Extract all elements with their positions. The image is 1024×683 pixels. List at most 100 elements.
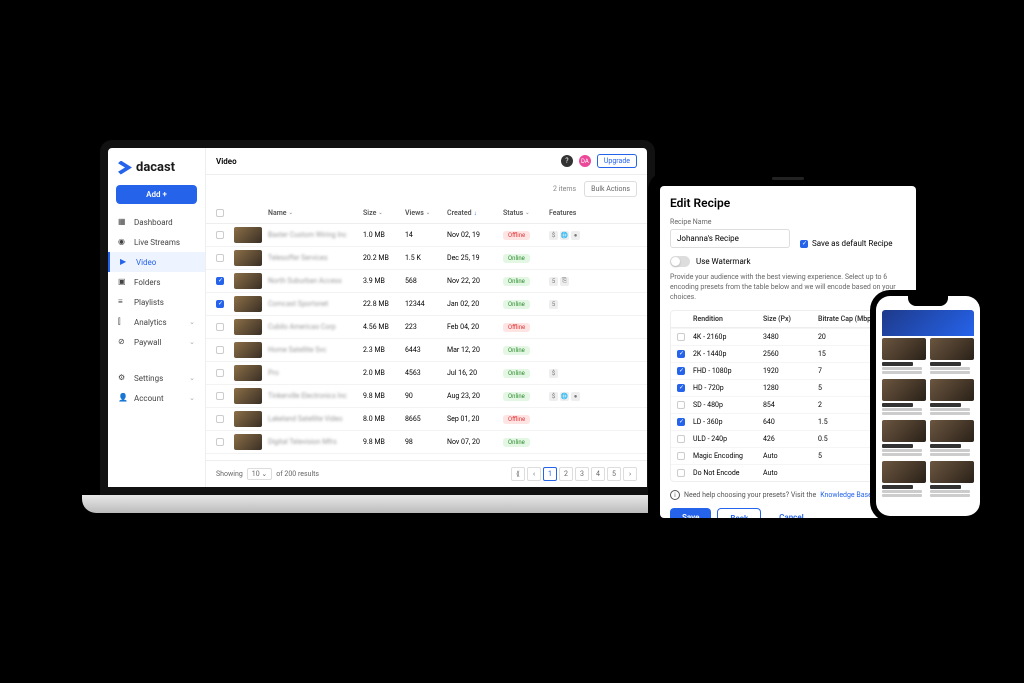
video-name: Lakeland Satellite Video: [268, 415, 363, 423]
table-row[interactable]: North Suburban Access 3.9 MB 568 Nov 22,…: [206, 270, 647, 293]
col-size[interactable]: Size ⌄: [363, 209, 405, 217]
table-row[interactable]: Lakeland Satellite Video 8.0 MB 8665 Sep…: [206, 408, 647, 431]
video-views: 12344: [405, 300, 447, 308]
sidebar-item-live-streams[interactable]: ◉Live Streams: [108, 232, 205, 252]
table-row[interactable]: Digital Television Mfrs 9.8 MB 98 Nov 07…: [206, 431, 647, 454]
table-row[interactable]: Baxter Custom Wiring Inc 1.0 MB 14 Nov 0…: [206, 224, 647, 247]
nav-label: Account: [134, 394, 164, 403]
video-created: Aug 23, 20: [447, 392, 503, 400]
table-row[interactable]: Tinkerville Electronics Inc 9.8 MB 90 Au…: [206, 385, 647, 408]
select-all-checkbox[interactable]: [216, 209, 224, 217]
per-page-select[interactable]: 10 ⌄: [247, 468, 272, 480]
sidebar-item-video[interactable]: ▶Video: [108, 252, 205, 272]
table-row[interactable]: Cubilo Americas Corp 4.56 MB 223 Feb 04,…: [206, 316, 647, 339]
watermark-label: Use Watermark: [696, 257, 751, 266]
bulk-actions-button[interactable]: Bulk Actions: [584, 181, 637, 197]
logo[interactable]: dacast: [108, 156, 205, 185]
topbar: Video ? DA Upgrade: [206, 148, 647, 175]
row-checkbox[interactable]: [216, 323, 224, 331]
row-checkbox[interactable]: [216, 346, 224, 354]
add-button[interactable]: Add +: [116, 185, 197, 204]
row-checkbox[interactable]: [216, 415, 224, 423]
video-created: Sep 01, 20: [447, 415, 503, 423]
col-status[interactable]: Status ⌄: [503, 209, 549, 217]
row-checkbox[interactable]: [216, 254, 224, 262]
rendition-checkbox[interactable]: [677, 333, 685, 341]
upgrade-button[interactable]: Upgrade: [597, 154, 637, 168]
video-thumbnail: [234, 227, 262, 243]
cancel-button[interactable]: Cancel: [767, 508, 816, 518]
sidebar-item-dashboard[interactable]: ▦Dashboard: [108, 212, 205, 232]
row-checkbox[interactable]: [216, 277, 224, 285]
status-badge: Online: [503, 369, 530, 378]
phone-card[interactable]: [930, 461, 974, 498]
sidebar-item-settings[interactable]: ⚙Settings⌄: [108, 368, 205, 388]
rendition-checkbox[interactable]: [677, 435, 685, 443]
rendition-name: Do Not Encode: [693, 469, 763, 477]
page-next-button[interactable]: ›: [623, 467, 637, 481]
page-button[interactable]: 1: [543, 467, 557, 481]
video-created: Nov 22, 20: [447, 277, 503, 285]
knowledge-base-link[interactable]: Knowledge Base: [820, 491, 872, 499]
save-default-checkbox[interactable]: Save as default Recipe: [800, 239, 892, 248]
phone-card[interactable]: [882, 420, 926, 457]
page-button[interactable]: 5: [607, 467, 621, 481]
table-row[interactable]: Home Satellite Svc 2.3 MB 6443 Mar 12, 2…: [206, 339, 647, 362]
video-size: 1.0 MB: [363, 231, 405, 239]
sidebar-item-account[interactable]: 👤Account⌄: [108, 388, 205, 408]
row-checkbox[interactable]: [216, 369, 224, 377]
sidebar-item-playlists[interactable]: ≡Playlists: [108, 292, 205, 312]
rendition-size: 426: [763, 435, 818, 443]
page-first-button[interactable]: ⟪: [511, 467, 525, 481]
page-prev-button[interactable]: ‹: [527, 467, 541, 481]
row-checkbox[interactable]: [216, 392, 224, 400]
phone-card[interactable]: [882, 338, 926, 375]
table-row[interactable]: Telesoffer Services 20.2 MB 1.5 K Dec 25…: [206, 247, 647, 270]
recipe-description: Provide your audience with the best view…: [670, 273, 906, 302]
row-checkbox[interactable]: [216, 438, 224, 446]
rendition-checkbox[interactable]: [677, 384, 685, 392]
rendition-size: 640: [763, 418, 818, 426]
feature-icon: $: [549, 369, 558, 378]
video-name: Baxter Custom Wiring Inc: [268, 231, 363, 239]
back-button[interactable]: Back: [717, 508, 761, 518]
video-name: Cubilo Americas Corp: [268, 323, 363, 331]
watermark-toggle[interactable]: [670, 256, 690, 267]
nav-label: Video: [136, 258, 156, 267]
col-created[interactable]: Created ↓: [447, 209, 503, 217]
row-checkbox[interactable]: [216, 231, 224, 239]
phone-card[interactable]: [930, 338, 974, 375]
page-button[interactable]: 3: [575, 467, 589, 481]
phone-card[interactable]: [930, 420, 974, 457]
rendition-checkbox[interactable]: [677, 418, 685, 426]
phone-card[interactable]: [930, 379, 974, 416]
of-results: of 200 results: [276, 470, 319, 478]
video-name: Comcast Sportsnet: [268, 300, 363, 308]
table-header: Name ⌄ Size ⌄ Views ⌄ Created ↓ Status ⌄…: [206, 203, 647, 224]
col-name[interactable]: Name ⌄: [268, 209, 363, 217]
nav-label: Live Streams: [134, 238, 180, 247]
save-button[interactable]: Save: [670, 508, 711, 518]
col-views[interactable]: Views ⌄: [405, 209, 447, 217]
phone-card[interactable]: [882, 379, 926, 416]
sidebar-item-analytics[interactable]: ⫿Analytics⌄: [108, 312, 205, 332]
rendition-checkbox[interactable]: [677, 469, 685, 477]
video-size: 2.3 MB: [363, 346, 405, 354]
sidebar-item-paywall[interactable]: ⊘Paywall⌄: [108, 332, 205, 352]
help-icon[interactable]: ?: [561, 155, 573, 167]
row-checkbox[interactable]: [216, 300, 224, 308]
rendition-checkbox[interactable]: [677, 367, 685, 375]
page-button[interactable]: 4: [591, 467, 605, 481]
rendition-checkbox[interactable]: [677, 350, 685, 358]
table-row[interactable]: Comcast Sportsnet 22.8 MB 12344 Jan 02, …: [206, 293, 647, 316]
playlist-icon: ≡: [118, 297, 128, 307]
rendition-checkbox[interactable]: [677, 452, 685, 460]
page-button[interactable]: 2: [559, 467, 573, 481]
rendition-checkbox[interactable]: [677, 401, 685, 409]
recipe-name-input[interactable]: [670, 229, 790, 248]
avatar[interactable]: DA: [579, 155, 591, 167]
table-row[interactable]: Pro 2.0 MB 4563 Jul 16, 20 Online $: [206, 362, 647, 385]
phone-card[interactable]: [882, 461, 926, 498]
sidebar-item-folders[interactable]: ▣Folders: [108, 272, 205, 292]
video-created: Dec 25, 19: [447, 254, 503, 262]
